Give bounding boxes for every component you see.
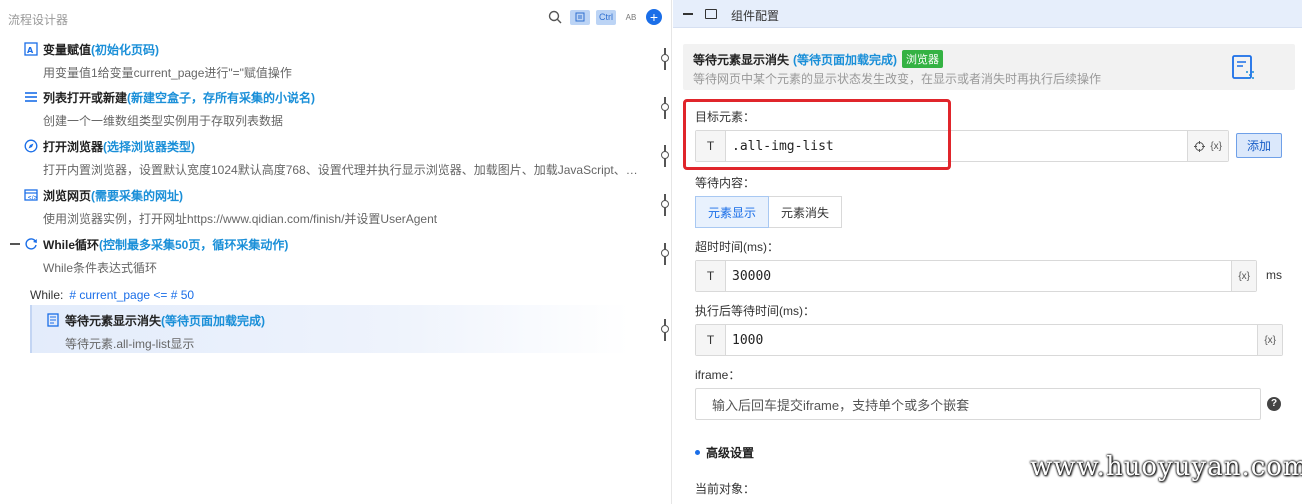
- step-title: While循环: [43, 237, 99, 252]
- text-type-icon[interactable]: T: [696, 325, 726, 355]
- timeout-label: 超时时间(ms)：: [695, 240, 779, 254]
- add-step-button[interactable]: +: [646, 9, 662, 25]
- timeout-value[interactable]: 30000: [726, 269, 1231, 284]
- step-description: 使用浏览器实例，打开网址https://www.qidian.com/finis…: [43, 212, 438, 226]
- crosshair-icon[interactable]: [1194, 140, 1206, 152]
- variable-insert-icon[interactable]: {x}: [1210, 141, 1222, 152]
- component-config-panel: 组件配置 等待元素显示消失 (等待页面加载完成) 浏览器 等待网页中某个元素的显…: [673, 0, 1302, 504]
- after-wait-field[interactable]: T 1000 {x}: [695, 324, 1283, 356]
- step-variable-assign[interactable]: A 变量赋值 (初始化页码) 用变量值1给变量current_page进行"="赋…: [24, 40, 643, 81]
- advanced-label: 高级设置: [706, 446, 755, 460]
- timeout-unit: ms: [1266, 268, 1282, 282]
- add-button[interactable]: 添加: [1236, 133, 1282, 158]
- step-note: (初始化页码): [91, 42, 160, 57]
- after-wait-value[interactable]: 1000: [726, 333, 1257, 348]
- flow-designer-panel: 流程设计器 Ctrl AB + A 变量赋值 (初始化页码) 用变量值1给变量cu…: [0, 0, 672, 504]
- step-title: 列表打开或新建: [43, 90, 128, 105]
- connector-handle[interactable]: [660, 145, 670, 167]
- component-info-card: 等待元素显示消失 (等待页面加载完成) 浏览器 等待网页中某个元素的显示状态发生…: [683, 44, 1295, 90]
- iframe-label: iframe：: [695, 368, 741, 382]
- wait-content-segmented: 元素显示 元素消失: [695, 196, 843, 228]
- step-note: (等待页面加载完成): [161, 313, 266, 328]
- step-title: 变量赋值: [43, 42, 92, 57]
- header-toolbar: Ctrl AB +: [546, 8, 662, 26]
- component-description: 等待网页中某个元素的显示状态发生改变，在显示或者消失时再执行后续操作: [693, 72, 1102, 86]
- target-suffix: {x}: [1187, 131, 1228, 161]
- connector-handle[interactable]: [660, 48, 670, 70]
- step-title: 等待元素显示消失: [65, 313, 162, 328]
- wait-icon: [47, 313, 59, 327]
- step-note: (选择浏览器类型): [103, 139, 196, 154]
- step-description: 打开内置浏览器，设置默认宽度1024默认高度768、设置代理并执行显示浏览器、加…: [43, 163, 638, 177]
- app-root: 流程设计器 Ctrl AB + A 变量赋值 (初始化页码) 用变量值1给变量cu…: [0, 0, 1302, 504]
- iframe-input[interactable]: 输入后回车提交iframe，支持单个或多个嵌套: [695, 388, 1261, 420]
- browser-badge: 浏览器: [902, 50, 944, 68]
- config-header: 组件配置: [673, 0, 1302, 28]
- while-condition: While: # current_page <= # 50: [30, 288, 194, 302]
- search-icon[interactable]: [546, 8, 564, 26]
- collapse-icon[interactable]: [10, 243, 20, 245]
- help-icon[interactable]: ?: [1267, 397, 1281, 411]
- compass-icon: [24, 139, 38, 153]
- browser-icon: </>: [24, 189, 38, 201]
- option-element-hide[interactable]: 元素消失: [769, 196, 843, 228]
- connector-handle[interactable]: [660, 194, 670, 216]
- step-description: 用变量值1给变量current_page进行"="赋值操作: [43, 66, 292, 80]
- variable-insert-icon[interactable]: {x}: [1231, 261, 1256, 291]
- svg-text:</>: </>: [28, 195, 38, 201]
- text-type-icon[interactable]: T: [696, 261, 726, 291]
- step-description: 创建一个一维数组类型实例用于存取列表数据: [43, 114, 284, 128]
- connector-handle[interactable]: [660, 319, 670, 341]
- svg-text:A: A: [27, 46, 34, 55]
- timeout-field[interactable]: T 30000 {x}: [695, 260, 1257, 292]
- step-note: (新建空盒子，存所有采集的小说名): [127, 90, 316, 105]
- step-title: 浏览网页: [43, 188, 92, 203]
- connector-handle[interactable]: [660, 97, 670, 119]
- bullet-dot: [695, 450, 700, 455]
- wait-element-icon: [1232, 55, 1254, 79]
- config-title: 组件配置: [731, 9, 780, 23]
- ctrl-icon[interactable]: Ctrl: [596, 9, 616, 25]
- highlight-annotation: [683, 99, 951, 170]
- after-wait-label: 执行后等待时间(ms)：: [695, 304, 815, 318]
- variable-insert-icon[interactable]: {x}: [1257, 325, 1282, 355]
- variable-icon: A: [24, 42, 38, 56]
- step-description: 等待元素.all-img-list显示: [65, 337, 195, 351]
- spellcheck-icon[interactable]: AB: [622, 8, 640, 26]
- step-wait-element-selected[interactable]: 等待元素显示消失 (等待页面加载完成) 等待元素.all-img-list显示: [30, 305, 630, 353]
- step-open-browser[interactable]: 打开浏览器 (选择浏览器类型) 打开内置浏览器，设置默认宽度1024默认高度768…: [24, 137, 643, 178]
- while-expression[interactable]: # current_page <= # 50: [69, 288, 194, 302]
- component-title: 等待元素显示消失 (等待页面加载完成) 浏览器: [693, 50, 944, 68]
- component-name: 等待元素显示消失: [693, 52, 790, 67]
- window-icon[interactable]: [705, 9, 717, 19]
- loop-icon: [25, 238, 37, 250]
- component-note: (等待页面加载完成): [793, 52, 898, 67]
- flow-designer-header: 流程设计器 Ctrl AB +: [0, 0, 672, 36]
- minimize-icon[interactable]: [683, 13, 693, 15]
- step-note: (需要采集的网址): [91, 188, 184, 203]
- connector-handle[interactable]: [660, 243, 670, 265]
- wait-content-label: 等待内容：: [695, 176, 756, 190]
- current-object-label: 当前对象：: [695, 482, 756, 496]
- document-icon[interactable]: [570, 9, 590, 25]
- step-browse-page[interactable]: </> 浏览网页 (需要采集的网址) 使用浏览器实例，打开网址https://ww…: [24, 186, 643, 227]
- step-note: (控制最多采集50页，循环采集动作): [99, 237, 289, 252]
- step-title: 打开浏览器: [43, 139, 104, 154]
- list-icon: [25, 92, 37, 102]
- step-list-open[interactable]: 列表打开或新建 (新建空盒子，存所有采集的小说名) 创建一个一维数组类型实例用于存…: [24, 88, 643, 129]
- watermark: www.huoyuyan.com: [1030, 452, 1302, 482]
- while-label: While:: [30, 288, 64, 302]
- option-element-show[interactable]: 元素显示: [695, 196, 770, 228]
- step-while-loop[interactable]: While循环 (控制最多采集50页，循环采集动作) While条件表达式循环: [24, 235, 643, 276]
- step-description: While条件表达式循环: [43, 261, 158, 275]
- advanced-settings[interactable]: 高级设置: [695, 444, 754, 461]
- panel-title: 流程设计器: [8, 13, 69, 27]
